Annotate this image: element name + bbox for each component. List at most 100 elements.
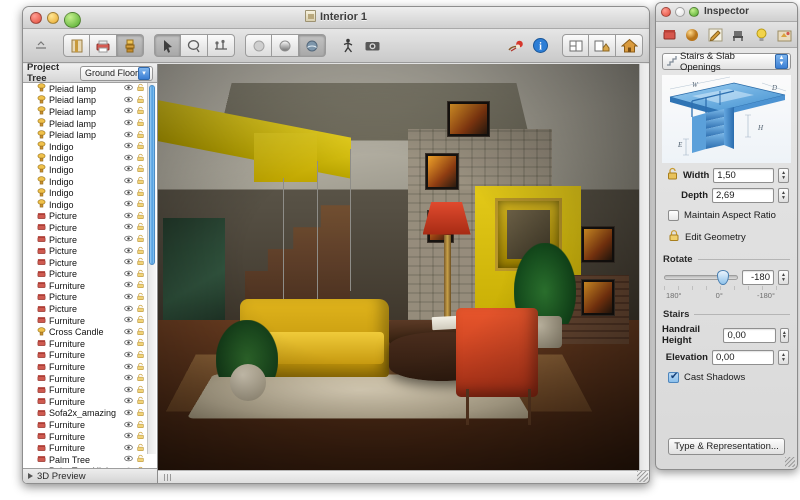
eye-icon[interactable] — [124, 338, 133, 349]
lock-icon[interactable] — [136, 408, 145, 419]
eye-icon[interactable] — [124, 466, 133, 468]
lock-icon[interactable] — [136, 246, 145, 257]
lock-icon[interactable] — [136, 234, 145, 245]
window-titlebar[interactable]: Interior 1 — [23, 7, 649, 29]
eye-icon[interactable] — [124, 396, 133, 407]
depth-input[interactable]: 2,69 — [712, 188, 774, 203]
eye-icon[interactable] — [124, 350, 133, 361]
elevation-input[interactable]: 0,00 — [712, 350, 774, 365]
pencil-edit-tab-icon[interactable] — [706, 25, 725, 44]
tree-item-row[interactable]: Indigo — [23, 153, 157, 165]
lock-icon[interactable] — [136, 106, 145, 117]
eye-icon[interactable] — [124, 141, 133, 152]
width-stepper[interactable]: ▲ ▼ — [778, 168, 789, 183]
lock-icon[interactable] — [136, 350, 145, 361]
tree-item-row[interactable]: Cross Candle — [23, 326, 157, 338]
tree-item-row[interactable]: Pleiad lamp — [23, 118, 157, 130]
eye-icon[interactable] — [124, 95, 133, 106]
eye-icon[interactable] — [124, 315, 133, 326]
tree-item-row[interactable]: Picture — [23, 234, 157, 246]
eye-icon[interactable] — [124, 327, 133, 338]
lock-icon[interactable] — [136, 199, 145, 210]
eye-icon[interactable] — [124, 188, 133, 199]
lock-icon[interactable] — [136, 141, 145, 152]
tree-item-row[interactable]: Sofa2x_amazing — [23, 408, 157, 420]
handrail-height-stepper[interactable]: ▲ ▼ — [779, 327, 789, 343]
depth-stepper[interactable]: ▲ ▼ — [778, 188, 789, 203]
chair-tab-icon[interactable] — [729, 25, 748, 44]
camera-scene-tab-icon[interactable] — [775, 25, 794, 44]
handrail-height-input[interactable]: 0,00 — [723, 327, 776, 343]
lock-icon[interactable] — [136, 188, 145, 199]
lock-icon[interactable] — [136, 118, 145, 129]
tree-item-row[interactable]: Furniture — [23, 315, 157, 327]
print-button[interactable] — [90, 34, 117, 57]
maintain-aspect-checkbox[interactable] — [668, 210, 679, 221]
eye-icon[interactable] — [124, 234, 133, 245]
furniture-tab-icon[interactable] — [660, 25, 679, 44]
eye-icon[interactable] — [124, 164, 133, 175]
lock-icon[interactable] — [136, 373, 145, 384]
tree-item-row[interactable]: Palm Tree — [23, 454, 157, 466]
tree-item-row[interactable]: Furniture — [23, 396, 157, 408]
lock-icon[interactable] — [136, 338, 145, 349]
lock-icon[interactable] — [136, 176, 145, 187]
lock-icon[interactable] — [136, 257, 145, 268]
sphere-shaded-button[interactable] — [245, 34, 272, 57]
eye-icon[interactable] — [124, 130, 133, 141]
tree-item-row[interactable]: Furniture — [23, 419, 157, 431]
viewport-horizontal-scrollbar[interactable] — [158, 470, 649, 483]
lock-icon[interactable] — [136, 211, 145, 222]
lock-icon[interactable] — [136, 396, 145, 407]
camera-button[interactable] — [360, 34, 384, 57]
tree-item-row[interactable]: Pleiad lamp — [23, 129, 157, 141]
tree-scrollbar-thumb[interactable] — [149, 85, 155, 265]
tree-item-row[interactable]: Furniture — [23, 338, 157, 350]
eye-icon[interactable] — [124, 443, 133, 454]
tree-item-row[interactable]: Indigo — [23, 176, 157, 188]
tree-item-row[interactable]: Furniture — [23, 280, 157, 292]
tree-item-row[interactable]: Picture — [23, 292, 157, 304]
lock-icon[interactable] — [136, 292, 145, 303]
lock-icon[interactable] — [136, 431, 145, 442]
eye-icon[interactable] — [124, 362, 133, 373]
eye-icon[interactable] — [124, 292, 133, 303]
library-button[interactable] — [117, 34, 144, 57]
eye-icon[interactable] — [124, 222, 133, 233]
width-input[interactable]: 1,50 — [713, 168, 775, 183]
lock-link-icon[interactable] — [666, 167, 679, 184]
tree-item-row[interactable]: Furniture — [23, 384, 157, 396]
tree-item-row[interactable]: Picture — [23, 269, 157, 281]
tree-item-row[interactable]: Picture — [23, 222, 157, 234]
tree-item-row[interactable]: Furniture — [23, 361, 157, 373]
new-document-button[interactable] — [63, 34, 90, 57]
toolbar-overflow-icon[interactable] — [29, 34, 53, 57]
lock-icon[interactable] — [136, 420, 145, 431]
home-view-button[interactable] — [616, 34, 643, 57]
measure-button[interactable] — [208, 34, 235, 57]
eye-icon[interactable] — [124, 420, 133, 431]
eye-icon[interactable] — [124, 211, 133, 222]
eye-icon[interactable] — [124, 106, 133, 117]
tree-item-row[interactable]: Picture — [23, 245, 157, 257]
eye-icon[interactable] — [124, 118, 133, 129]
info-icon[interactable]: i — [528, 34, 552, 57]
lock-icon[interactable] — [136, 304, 145, 315]
eye-icon[interactable] — [124, 269, 133, 280]
maintain-aspect-row[interactable]: Maintain Aspect Ratio — [668, 210, 797, 221]
rendered-scene[interactable] — [158, 64, 639, 470]
3d-render-viewport[interactable] — [158, 64, 649, 483]
sphere-gradient-button[interactable] — [272, 34, 299, 57]
lock-icon[interactable] — [136, 443, 145, 454]
lock-icon[interactable] — [136, 83, 145, 94]
plan-view-button[interactable] — [562, 34, 589, 57]
eye-icon[interactable] — [124, 199, 133, 210]
rotate-slider-knob[interactable] — [716, 270, 729, 285]
eye-icon[interactable] — [124, 257, 133, 268]
lock-icon[interactable] — [136, 269, 145, 280]
tree-item-row[interactable]: Picture — [23, 211, 157, 223]
tree-item-row[interactable]: Indigo — [23, 141, 157, 153]
tree-item-row[interactable]: Indigo — [23, 164, 157, 176]
lock-icon[interactable] — [136, 95, 145, 106]
tree-vertical-scrollbar[interactable] — [147, 83, 156, 454]
